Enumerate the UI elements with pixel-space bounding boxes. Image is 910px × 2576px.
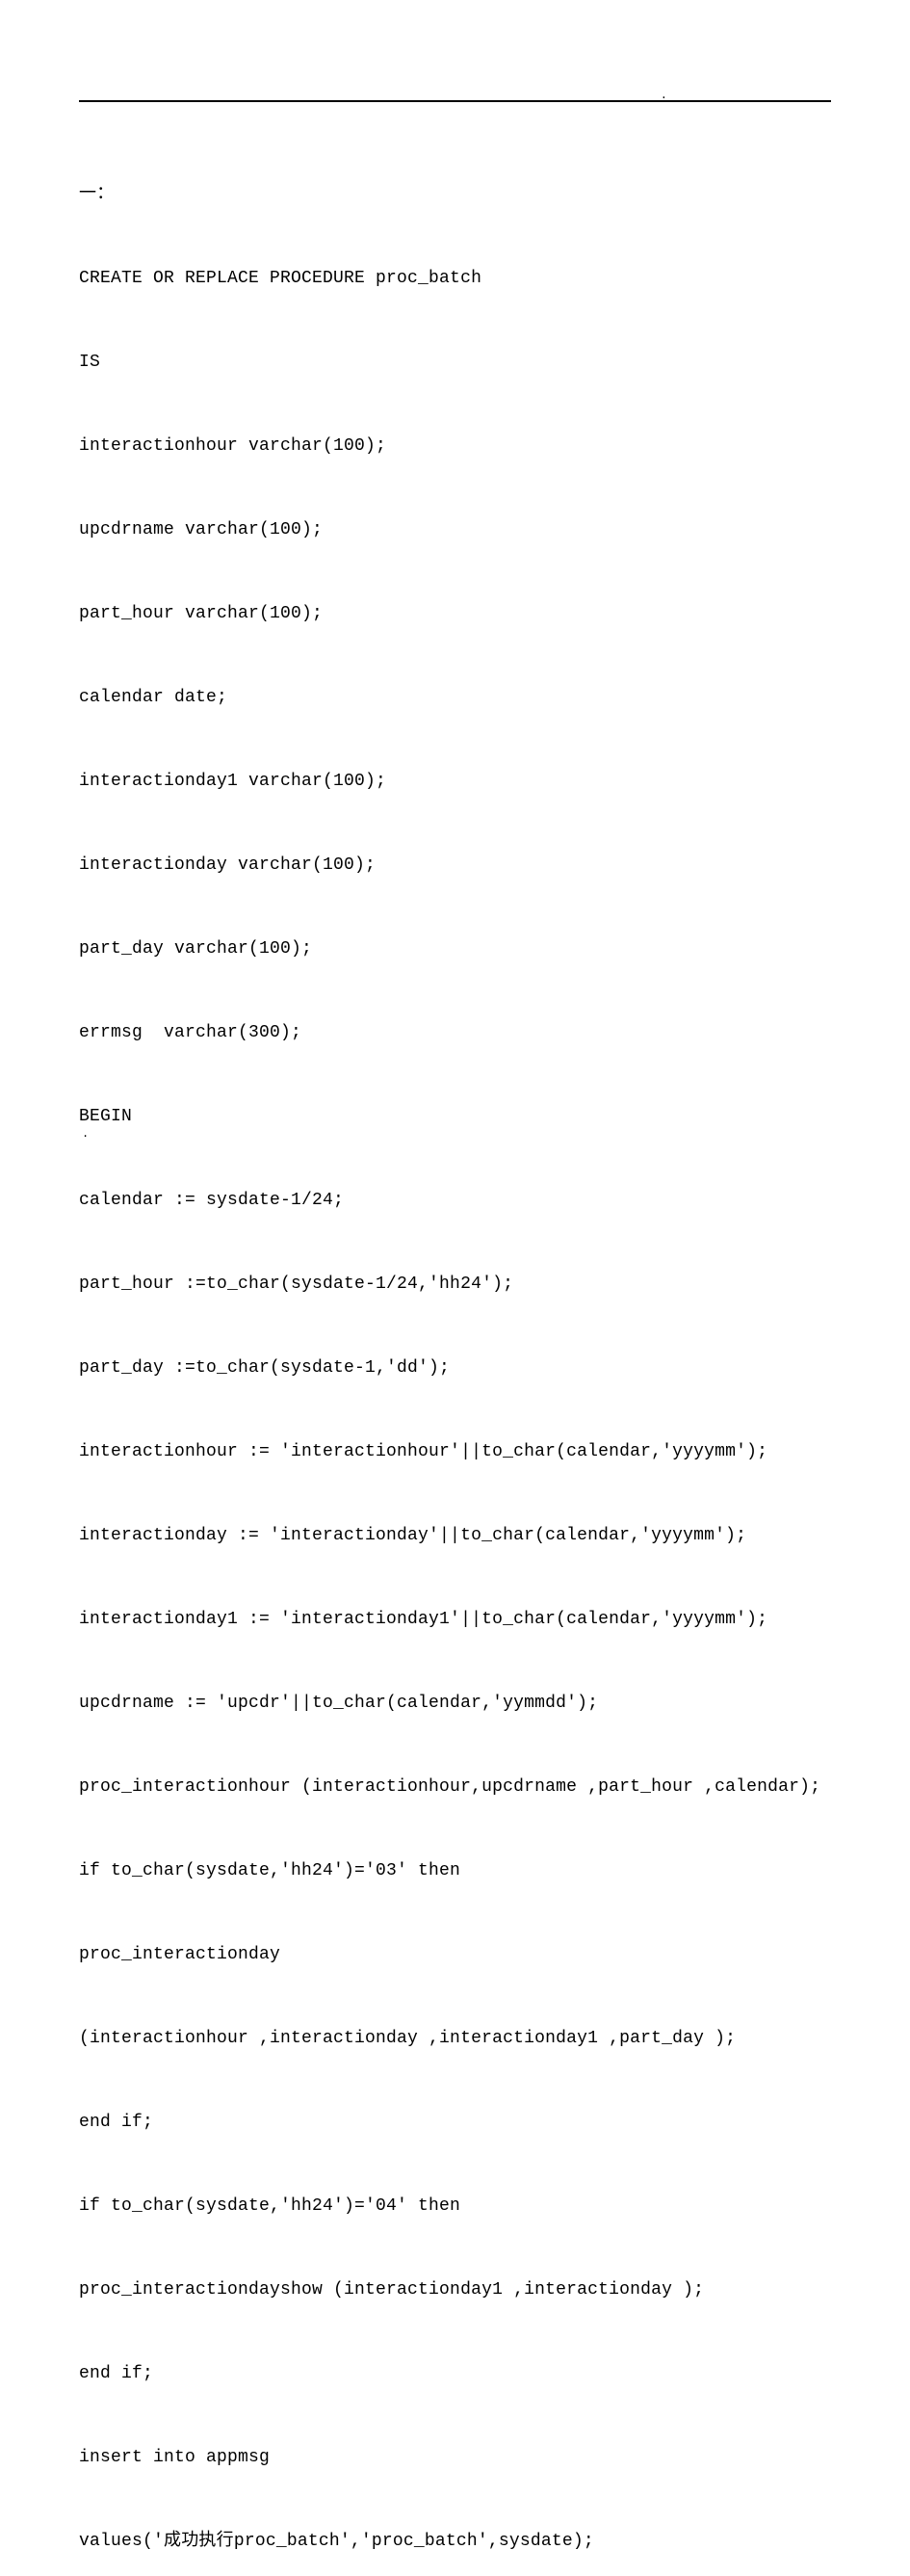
code-line: calendar date; [79,684,831,712]
code-line: 一： [79,181,831,209]
code-line: proc_interactionday [79,1941,831,1969]
code-line: proc_interactiondayshow (interactionday1… [79,2276,831,2304]
code-line: if to_char(sysdate,'hh24')='04' then [79,2193,831,2221]
code-line: part_hour varchar(100); [79,600,831,628]
code-line: part_hour :=to_char(sysdate-1/24,'hh24')… [79,1271,831,1299]
code-line: CREATE OR REPLACE PROCEDURE proc_batch [79,265,831,293]
code-line: proc_interactionhour (interactionhour,up… [79,1774,831,1801]
code-line: interactionday1 := 'interactionday1'||to… [79,1606,831,1634]
code-line: (interactionhour ,interactionday ,intera… [79,2025,831,2053]
code-line: end if; [79,2360,831,2388]
code-line: part_day :=to_char(sysdate-1,'dd'); [79,1354,831,1382]
horizontal-rule [79,100,831,102]
code-line: interactionday := 'interactionday'||to_c… [79,1522,831,1550]
document-page: . 一： CREATE OR REPLACE PROCEDURE proc_ba… [0,0,910,1288]
code-line: interactionhour := 'interactionhour'||to… [79,1438,831,1466]
footer-dot: . [82,1120,89,1148]
code-line: interactionday varchar(100); [79,852,831,880]
code-line: IS [79,349,831,377]
code-line: part_day varchar(100); [79,935,831,963]
code-line: errmsg varchar(300); [79,1019,831,1047]
code-line: upcdrname := 'upcdr'||to_char(calendar,'… [79,1690,831,1718]
code-line: interactionday1 varchar(100); [79,768,831,796]
code-line: calendar := sysdate-1/24; [79,1187,831,1215]
code-line: insert into appmsg [79,2444,831,2472]
code-line: upcdrname varchar(100); [79,516,831,544]
code-line: interactionhour varchar(100); [79,433,831,460]
code-block: 一： CREATE OR REPLACE PROCEDURE proc_batc… [79,125,831,2576]
code-line: BEGIN [79,1103,831,1131]
code-line: end if; [79,2109,831,2137]
code-line: values('成功执行proc_batch','proc_batch',sys… [79,2528,831,2556]
code-line: if to_char(sysdate,'hh24')='03' then [79,1857,831,1885]
header-dot: . [661,82,667,110]
